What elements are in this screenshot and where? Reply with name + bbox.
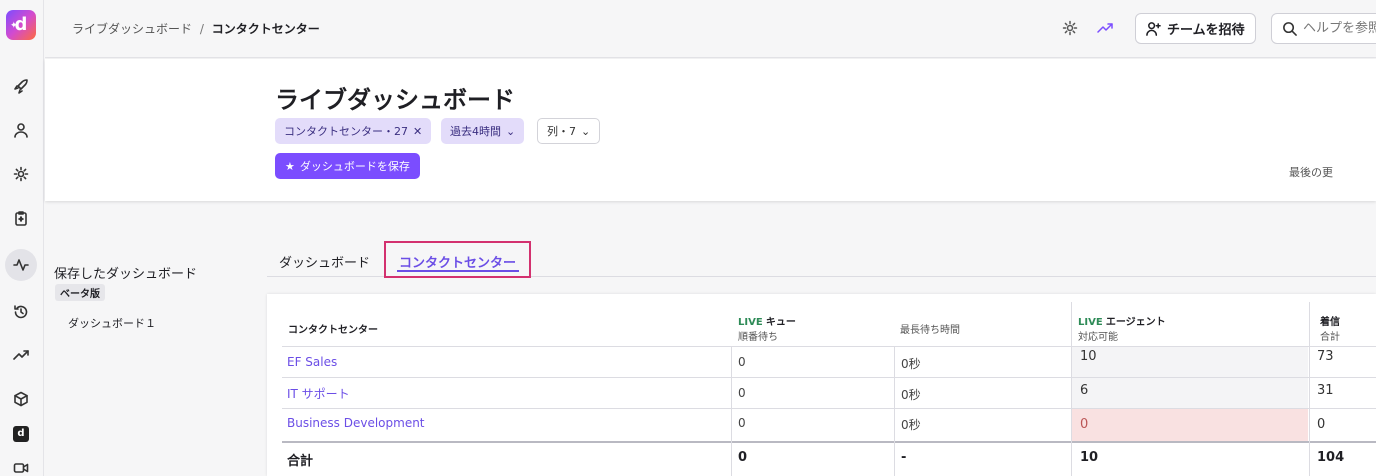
row-center-link[interactable]: Business Development	[287, 416, 425, 430]
total-incoming: 104	[1317, 450, 1345, 465]
clipboard-sparkle-icon[interactable]	[8, 205, 34, 231]
chevron-down-icon: ⌄	[581, 124, 591, 138]
help-search-input[interactable]	[1303, 21, 1376, 36]
header-contact-center[interactable]: コンタクトセンター	[288, 321, 378, 336]
row-available: 10	[1080, 349, 1097, 364]
row-waiting: 0	[738, 386, 746, 400]
row-max-wait: 0秒	[901, 388, 921, 402]
settings-gear-icon[interactable]	[1062, 20, 1080, 38]
row-max-wait: 0秒	[901, 418, 921, 432]
columns-dropdown[interactable]: 列・7 ⌄	[537, 118, 601, 144]
total-label: 合計	[287, 454, 314, 469]
columns-label: 列・7	[547, 125, 576, 138]
chevron-down-icon: ⌄	[506, 124, 516, 138]
save-dashboard-button[interactable]: ★ ダッシュボードを保存	[275, 153, 420, 179]
breadcrumb-current: コンタクトセンター	[211, 22, 320, 36]
app-logo[interactable]: ✦ d	[6, 10, 36, 40]
saved-dashboard-item[interactable]: ダッシュボード１	[68, 315, 156, 331]
product-logo-icon[interactable]: d	[8, 421, 34, 447]
add-user-icon	[1146, 22, 1161, 36]
row-incoming: 0	[1317, 417, 1326, 432]
col-divider	[1309, 302, 1310, 476]
warning-cell-bg	[1072, 409, 1308, 441]
col-divider	[1071, 302, 1072, 476]
row-divider	[282, 346, 1376, 347]
activity-icon[interactable]	[5, 249, 37, 281]
col-divider	[731, 346, 732, 476]
filter-chip-label: コンタクトセンター・27	[284, 125, 408, 138]
row-divider	[282, 408, 1376, 409]
beta-badge: ベータ版	[55, 284, 105, 301]
row-waiting: 0	[738, 416, 746, 430]
top-bar: ライブダッシュボード / コンタクトセンター チームを招待	[45, 0, 1376, 58]
header-live-agent[interactable]: LIVE エージェント 対応可能	[1078, 313, 1166, 343]
tab-dashboard[interactable]: ダッシュボード	[279, 252, 370, 271]
row-divider	[282, 377, 1376, 378]
row-incoming: 31	[1317, 383, 1334, 398]
rocket-icon[interactable]	[8, 74, 34, 100]
active-tab-indicator	[397, 270, 519, 272]
tab-contact-center-label: コンタクトセンター	[399, 256, 517, 271]
history-icon[interactable]	[8, 299, 34, 325]
page-title: ライブダッシュボード	[275, 86, 515, 114]
header-max-wait[interactable]: 最長待ち時間	[900, 321, 960, 336]
total-divider	[282, 441, 1376, 443]
row-available: 6	[1080, 383, 1089, 398]
left-rail: ✦ d d	[0, 0, 44, 476]
dashboard-header: ライブダッシュボード コンタクトセンター・27 ✕ 過去4時間 ⌄ 列・7 ⌄ …	[45, 59, 1376, 201]
sparkle-icon: ✦	[10, 21, 18, 31]
time-range-label: 過去4時間	[450, 125, 501, 138]
total-waiting: 0	[738, 450, 748, 465]
row-waiting: 0	[738, 355, 746, 369]
total-available: 10	[1080, 450, 1099, 465]
search-icon	[1283, 22, 1297, 36]
gear-icon[interactable]	[8, 161, 34, 187]
header-live-queue[interactable]: LIVE キュー 順番待ち	[738, 313, 796, 343]
row-center-link[interactable]: IT サポート	[287, 385, 350, 402]
cube-icon[interactable]	[8, 386, 34, 412]
row-incoming: 73	[1317, 349, 1334, 364]
last-updated-label: 最後の更	[1289, 166, 1333, 179]
star-icon: ★	[285, 159, 295, 173]
user-icon[interactable]	[8, 117, 34, 143]
header-incoming[interactable]: 着信 合計	[1320, 313, 1340, 343]
breadcrumb-parent[interactable]: ライブダッシュボード	[72, 22, 192, 36]
invite-team-label: チームを招待	[1167, 23, 1245, 38]
filter-chip-contact-center[interactable]: コンタクトセンター・27 ✕	[275, 118, 432, 144]
help-search[interactable]	[1271, 13, 1376, 44]
row-center-link[interactable]: EF Sales	[287, 355, 337, 369]
trend-icon[interactable]	[8, 342, 34, 368]
save-dashboard-label: ダッシュボードを保存	[299, 160, 410, 173]
invite-team-button[interactable]: チームを招待	[1135, 13, 1256, 44]
close-icon[interactable]: ✕	[413, 125, 422, 138]
row-available-warning: 0	[1080, 417, 1089, 432]
breadcrumb: ライブダッシュボード / コンタクトセンター	[72, 20, 320, 37]
contact-center-table: コンタクトセンター LIVE キュー 順番待ち 最長待ち時間 LIVE エージェ…	[267, 294, 1376, 476]
breadcrumb-separator: /	[199, 22, 204, 36]
saved-dashboards-title: 保存したダッシュボード	[54, 267, 198, 282]
row-max-wait: 0秒	[901, 357, 921, 371]
trend-up-icon[interactable]	[1097, 20, 1115, 38]
time-range-dropdown[interactable]: 過去4時間 ⌄	[441, 118, 525, 144]
video-icon[interactable]	[8, 455, 34, 476]
total-max-wait: -	[901, 450, 907, 465]
col-divider	[894, 346, 895, 476]
tab-contact-center[interactable]: コンタクトセンター	[384, 241, 531, 278]
